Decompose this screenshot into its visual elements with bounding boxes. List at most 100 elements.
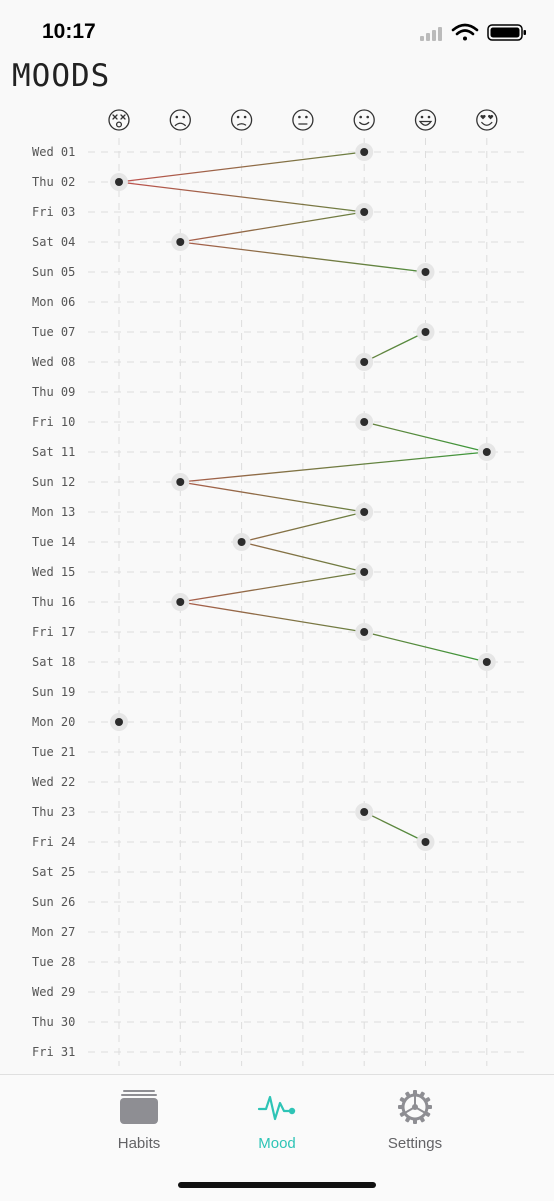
day-label: Fri 24: [32, 835, 75, 849]
mood-line-segment: [180, 601, 365, 633]
mood-point-dot: [421, 268, 430, 276]
mood-line-segment: [180, 451, 487, 483]
mood-point-dot: [360, 568, 369, 576]
mood-point[interactable]: [477, 443, 496, 461]
mood-point-dot: [482, 658, 491, 666]
mood-line-segment: [180, 571, 365, 603]
mood-point-dot: [237, 538, 246, 546]
day-label: Wed 15: [32, 565, 75, 579]
mood-point[interactable]: [416, 833, 435, 851]
mood-point[interactable]: [232, 533, 251, 551]
mood-point[interactable]: [355, 203, 374, 221]
tab-habits-label: Habits: [117, 1135, 161, 1152]
status-time: 10:17: [42, 20, 96, 43]
mood-points: [110, 143, 496, 851]
grinning-face-icon: [414, 109, 437, 131]
day-label: Sat 18: [32, 655, 75, 669]
mood-point[interactable]: [477, 653, 496, 671]
battery-icon: [487, 24, 526, 41]
stacked-cards-icon: [120, 1090, 158, 1124]
mood-point[interactable]: [110, 173, 128, 191]
day-label: Wed 29: [32, 985, 75, 999]
day-label: Sun 26: [32, 895, 75, 909]
mood-point[interactable]: [110, 713, 128, 731]
mood-point-dot: [360, 628, 369, 636]
mood-point[interactable]: [355, 563, 374, 581]
day-label: Thu 02: [32, 175, 75, 189]
day-label: Tue 21: [32, 745, 75, 759]
day-label: Wed 22: [32, 775, 75, 789]
day-label: Thu 23: [32, 805, 75, 819]
day-label: Mon 13: [32, 505, 75, 519]
status-icons: [420, 23, 526, 41]
mood-point[interactable]: [355, 413, 374, 431]
tab-settings[interactable]: Settings: [345, 1075, 485, 1175]
day-label: Tue 14: [32, 535, 75, 549]
mood-point[interactable]: [355, 353, 374, 371]
heartbeat-icon: [257, 1095, 296, 1121]
mood-point-dot: [115, 178, 123, 186]
tab-settings-label: Settings: [387, 1135, 443, 1152]
day-label: Sun 05: [32, 265, 75, 279]
tab-mood-label: Mood: [258, 1135, 296, 1152]
grid: [88, 138, 525, 1066]
day-label: Tue 07: [32, 325, 75, 339]
mood-point[interactable]: [355, 803, 374, 821]
mood-point[interactable]: [416, 263, 435, 281]
mood-point[interactable]: [171, 473, 190, 491]
mood-point-dot: [360, 418, 369, 426]
cellular-signal-icon: [420, 27, 442, 41]
day-label: Sat 25: [32, 865, 75, 879]
mood-point-dot: [360, 358, 369, 366]
mood-level-icons: [108, 109, 498, 131]
mood-point-dot: [482, 448, 491, 456]
day-label: Thu 30: [32, 1015, 75, 1029]
day-label: Mon 06: [32, 295, 75, 309]
mood-point-dot: [360, 808, 369, 816]
mood-point[interactable]: [416, 323, 435, 341]
worried-face-icon: [230, 109, 253, 131]
mood-line-segment: [180, 211, 365, 243]
mood-line-segment: [363, 811, 426, 843]
day-label: Mon 27: [32, 925, 75, 939]
slightly-smiling-face-icon: [353, 109, 375, 131]
page-title: MOODS: [12, 58, 111, 94]
day-label: Sun 12: [32, 475, 75, 489]
tab-mood[interactable]: Mood: [207, 1075, 347, 1175]
neutral-face-icon: [292, 109, 314, 131]
mood-point-dot: [360, 148, 369, 156]
day-label: Wed 01: [32, 145, 75, 159]
day-label: Mon 20: [32, 715, 75, 729]
mood-point-dot: [115, 718, 123, 726]
day-label: Fri 31: [32, 1045, 75, 1059]
mood-point-dot: [360, 508, 369, 516]
mood-point-dot: [176, 478, 185, 486]
mood-point-dot: [176, 238, 185, 246]
day-label: Fri 10: [32, 415, 75, 429]
mood-point-dot: [360, 208, 369, 216]
day-labels: Wed 01 Thu 02 Fri 03 Sat 04 Sun 05 Mon 06 Tue …: [32, 145, 75, 1059]
mood-point[interactable]: [171, 593, 190, 611]
day-label: Thu 09: [32, 385, 75, 399]
gear-icon: [398, 1090, 432, 1124]
heart-eyes-face-icon: [476, 109, 498, 131]
mood-line-segment: [180, 481, 365, 513]
day-label: Tue 28: [32, 955, 75, 969]
day-label: Sat 04: [32, 235, 75, 249]
day-label: Thu 16: [32, 595, 75, 609]
tab-habits[interactable]: Habits: [69, 1075, 209, 1175]
mood-point[interactable]: [355, 623, 374, 641]
mood-point[interactable]: [355, 143, 374, 161]
day-label: Fri 03: [32, 205, 75, 219]
day-label: Wed 08: [32, 355, 75, 369]
mood-point-dot: [421, 328, 430, 336]
day-label: Fri 17: [32, 625, 75, 639]
mood-chart: Wed 01 Thu 02 Fri 03 Sat 04 Sun 05 Mon 06 Tue …: [32, 109, 525, 1066]
home-indicator[interactable]: [178, 1182, 376, 1188]
mood-point[interactable]: [171, 233, 190, 251]
day-label: Sun 19: [32, 685, 75, 699]
status-bar: 10:17: [0, 0, 554, 64]
dizzy-face-icon: [108, 109, 130, 131]
mood-point[interactable]: [355, 503, 374, 521]
day-label: Sat 11: [32, 445, 75, 459]
